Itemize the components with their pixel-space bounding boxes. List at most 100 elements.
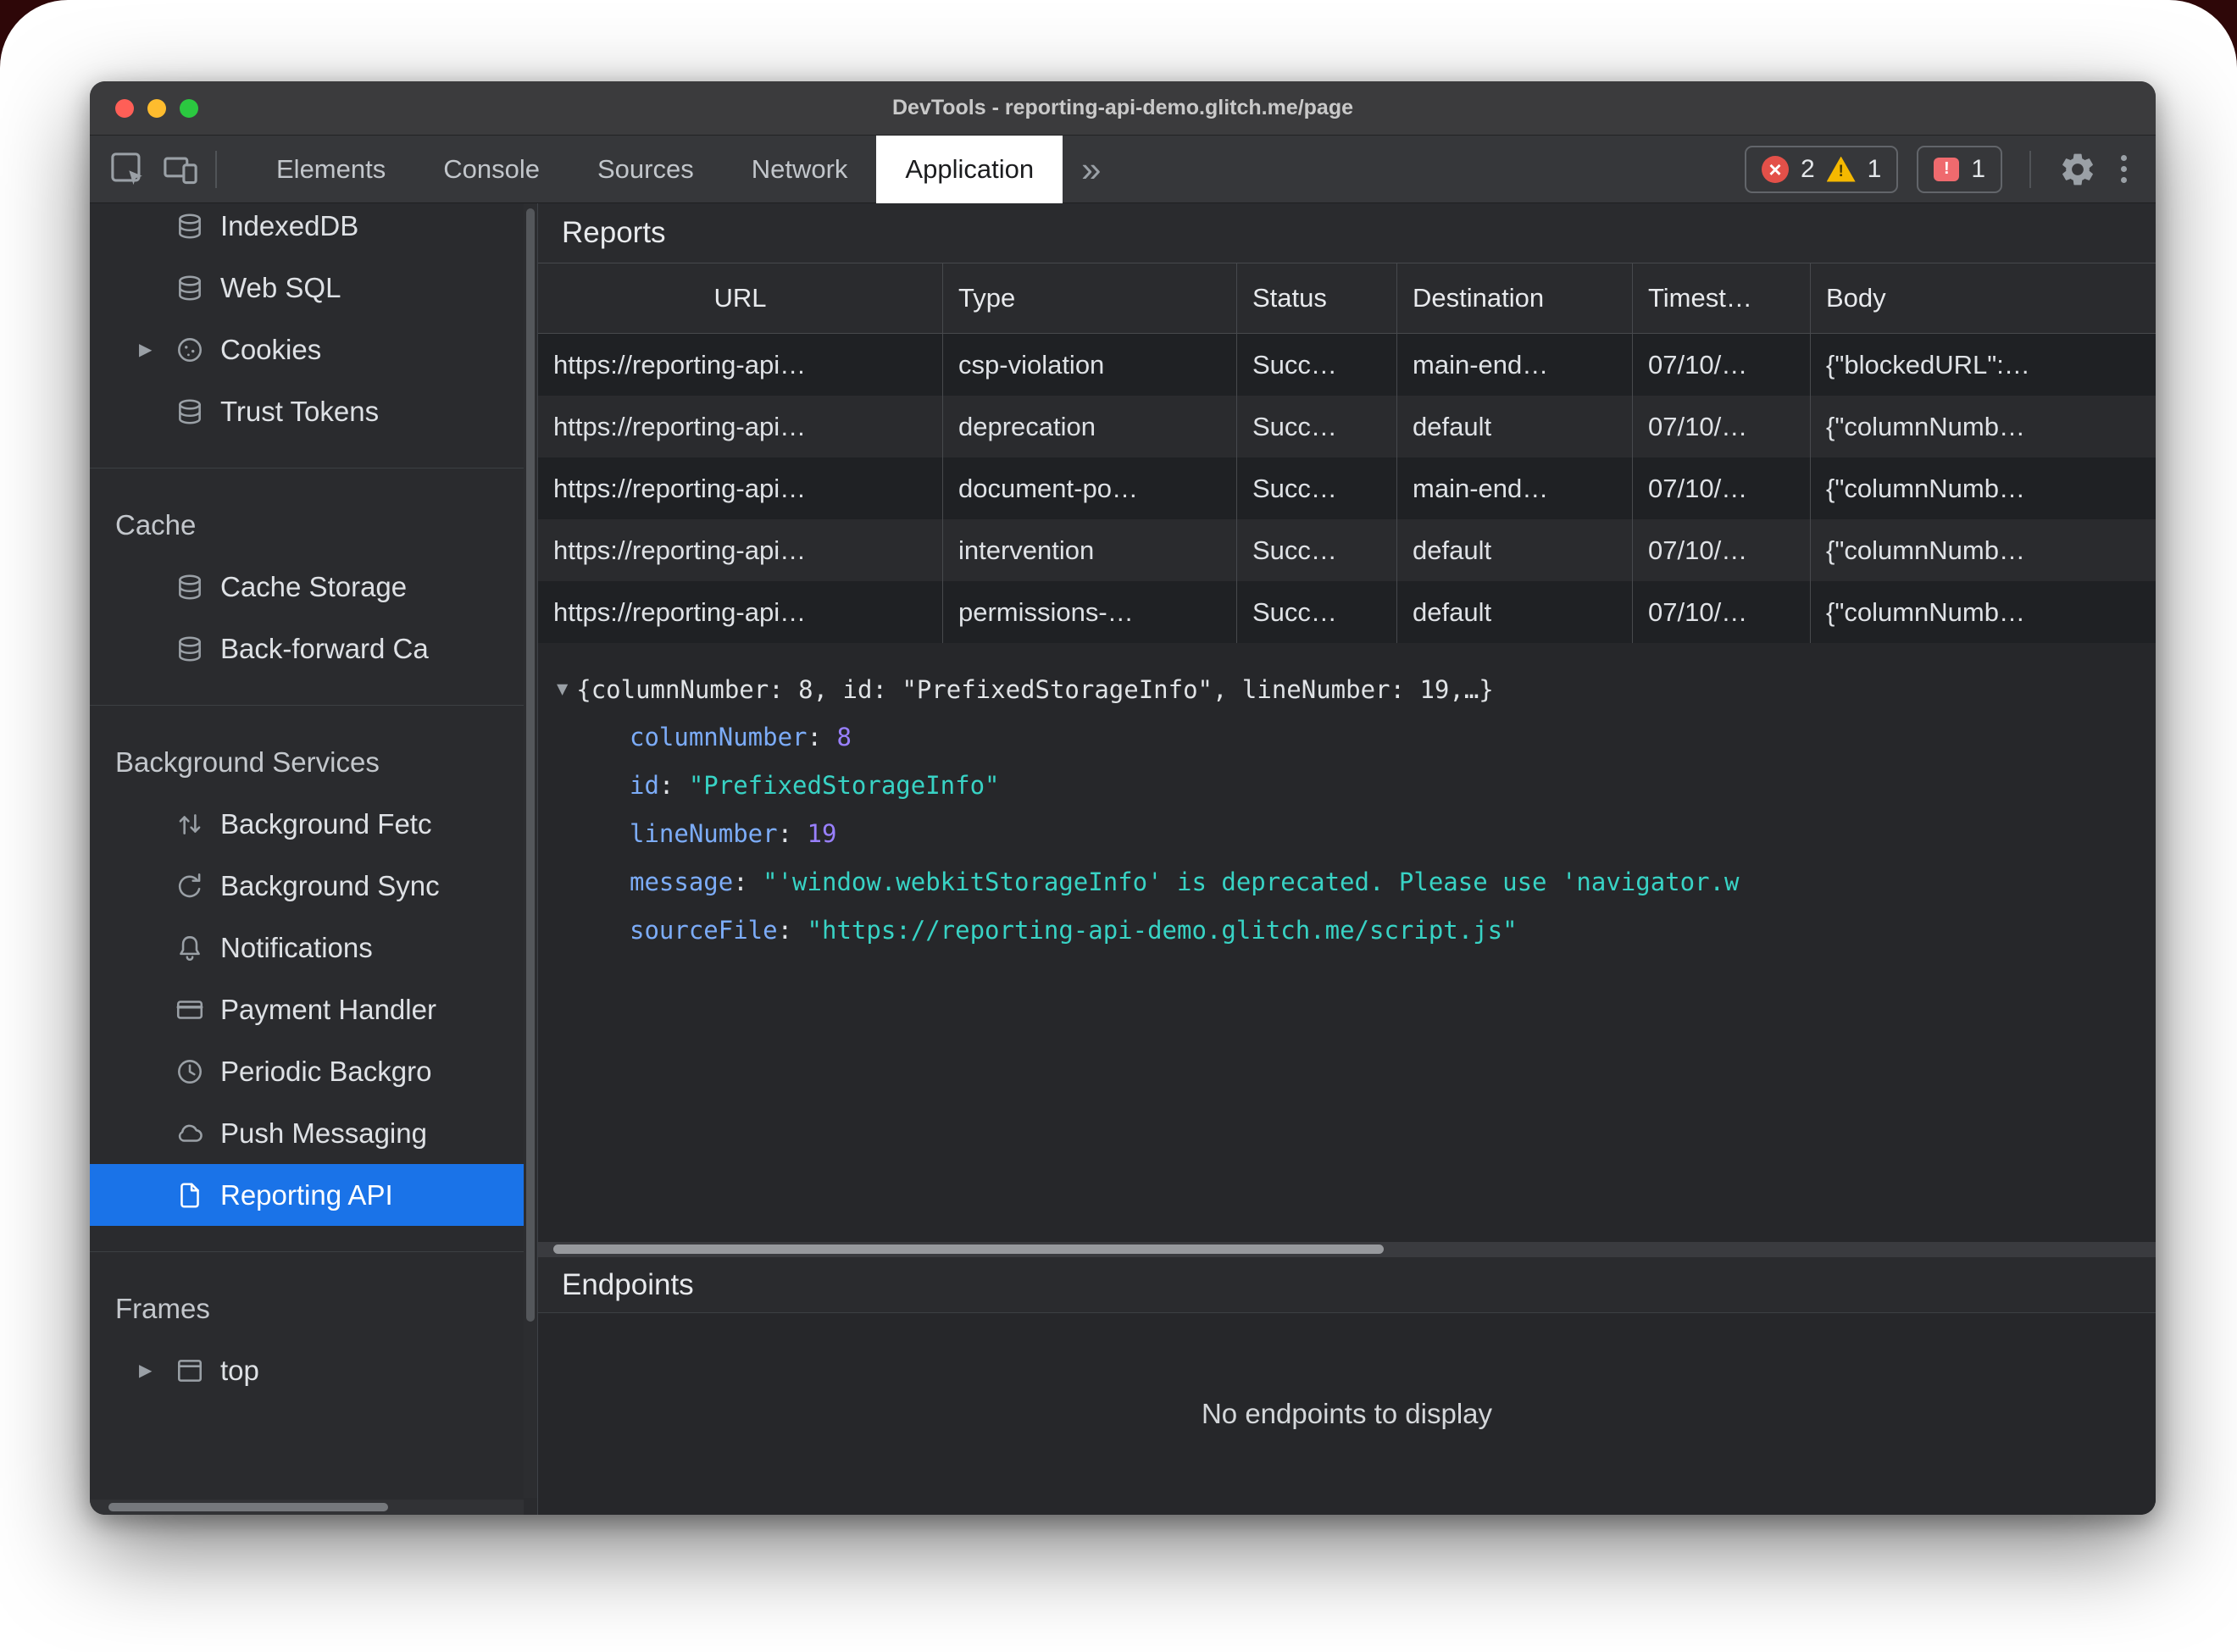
sidebar-item-indexeddb[interactable]: IndexedDB [90, 203, 537, 257]
warning-count: 1 [1867, 154, 1882, 183]
table-row[interactable]: https://reporting-api… deprecation Succ…… [538, 396, 2156, 457]
tab-console[interactable]: Console [414, 136, 569, 203]
error-count: 2 [1800, 154, 1815, 183]
page-background: DevTools - reporting-api-demo.glitch.me/… [0, 0, 2237, 1652]
scrollbar-thumb[interactable] [553, 1245, 1384, 1254]
collapse-triangle-icon[interactable] [557, 679, 568, 700]
sidebar-item-payment-handler[interactable]: Payment Handler [90, 978, 537, 1040]
sidebar-vertical-scrollbar[interactable] [524, 203, 537, 1498]
database-icon [179, 398, 201, 424]
issues-count: 1 [1971, 154, 1985, 183]
application-sidebar: IndexedDB Web SQL Cookies Trust Tokens [90, 203, 537, 1515]
cookie-icon [178, 337, 202, 362]
section-divider [90, 1251, 537, 1252]
database-icon [179, 213, 201, 239]
close-window-button[interactable] [115, 99, 134, 118]
reports-table-rows: https://reporting-api… csp-violation Suc… [538, 334, 2156, 643]
more-options-button[interactable] [2116, 155, 2132, 183]
devtools-window: DevTools - reporting-api-demo.glitch.me/… [90, 81, 2156, 1515]
column-header-timestamp[interactable]: Timest… [1633, 263, 1811, 333]
column-header-type[interactable]: Type [943, 263, 1237, 333]
sidebar-horizontal-scrollbar[interactable] [90, 1500, 524, 1515]
database-icon [179, 574, 201, 600]
reporting-api-panel: Reports URL Type Status Destination Time… [537, 203, 2156, 1515]
window-title: DevTools - reporting-api-demo.glitch.me/… [891, 96, 1354, 119]
sidebar-item-background-fetch[interactable]: Background Fetc [90, 793, 537, 855]
window-titlebar: DevTools - reporting-api-demo.glitch.me/… [90, 81, 2156, 136]
report-body-preview: {columnNumber: 8, id: "PrefixedStorageIn… [538, 643, 2156, 1242]
devtools-toolbar: Elements Console Sources Network Applica… [90, 135, 2156, 203]
object-summary-row[interactable]: {columnNumber: 8, id: "PrefixedStorageIn… [557, 665, 2156, 713]
sidebar-item-back-forward-cache[interactable]: Back-forward Ca [90, 618, 537, 679]
error-icon [1761, 155, 1789, 183]
inspect-cursor-icon [111, 152, 142, 185]
sidebar-item-background-sync[interactable]: Background Sync [90, 855, 537, 917]
settings-button[interactable] [2058, 136, 2097, 203]
issues-badge[interactable]: 1 [1917, 145, 2002, 193]
toolbar-divider [2029, 150, 2031, 188]
file-icon [180, 1182, 199, 1208]
table-row[interactable]: https://reporting-api… csp-violation Suc… [538, 334, 2156, 396]
issues-icon [1934, 157, 1960, 181]
toggle-device-toolbar-button[interactable] [154, 136, 207, 203]
table-row[interactable]: https://reporting-api… document-po… Succ… [538, 457, 2156, 519]
scrollbar-thumb[interactable] [526, 208, 535, 1322]
sidebar-item-top-frame[interactable]: top [90, 1339, 537, 1401]
tab-sources[interactable]: Sources [569, 136, 723, 203]
sidebar-item-notifications[interactable]: Notifications [90, 917, 537, 978]
expand-arrow-icon[interactable] [139, 339, 175, 360]
column-header-destination[interactable]: Destination [1397, 263, 1633, 333]
object-summary: {columnNumber: 8, id: "PrefixedStorageIn… [576, 674, 1494, 704]
toolbar-divider [215, 150, 217, 188]
sidebar-item-cookies[interactable]: Cookies [90, 319, 537, 380]
column-header-body[interactable]: Body [1811, 263, 2156, 333]
tab-elements[interactable]: Elements [247, 136, 414, 203]
property-row: lineNumber19 [557, 810, 2156, 858]
device-toolbar-icon [164, 157, 197, 184]
sidebar-item-periodic-background-sync[interactable]: Periodic Backgro [90, 1040, 537, 1102]
traffic-lights [115, 81, 198, 136]
column-header-status[interactable]: Status [1237, 263, 1397, 333]
section-header-frames: Frames [115, 1292, 210, 1324]
database-icon [179, 635, 201, 662]
column-header-url[interactable]: URL [538, 263, 943, 333]
property-row: message"'window.webkitStorageInfo' is de… [557, 858, 2156, 906]
more-tabs-chevron-icon[interactable] [1063, 149, 1119, 190]
database-icon [179, 274, 201, 301]
sidebar-item-web-sql[interactable]: Web SQL [90, 257, 537, 319]
panel-tabs: Elements Console Sources Network Applica… [247, 135, 1063, 203]
endpoints-empty-message: No endpoints to display [538, 1313, 2156, 1515]
card-icon [176, 1000, 203, 1019]
table-row[interactable]: https://reporting-api… intervention Succ… [538, 519, 2156, 581]
property-row: columnNumber8 [557, 713, 2156, 762]
maximize-window-button[interactable] [180, 99, 198, 118]
reports-table-header: URL Type Status Destination Timest… Body [538, 263, 2156, 334]
tab-application[interactable]: Application [876, 135, 1063, 203]
endpoints-section-title: Endpoints [538, 1257, 2156, 1313]
sidebar-tree: IndexedDB Web SQL Cookies Trust Tokens [90, 203, 537, 1401]
inspect-element-button[interactable] [102, 136, 154, 203]
sidebar-item-trust-tokens[interactable]: Trust Tokens [90, 380, 537, 442]
scrollbar-thumb[interactable] [108, 1503, 388, 1511]
property-row: id"PrefixedStorageInfo" [557, 762, 2156, 810]
sidebar-item-push-messaging[interactable]: Push Messaging [90, 1102, 537, 1164]
expand-arrow-icon[interactable] [139, 1360, 175, 1381]
console-status-badges[interactable]: 2 1 [1744, 145, 1899, 193]
devtools-content: IndexedDB Web SQL Cookies Trust Tokens [90, 203, 2156, 1515]
reports-horizontal-scrollbar[interactable] [538, 1242, 2156, 1257]
toolbar-right-controls: 2 1 1 [1744, 136, 2156, 203]
sidebar-item-cache-storage[interactable]: Cache Storage [90, 556, 537, 618]
tab-network[interactable]: Network [723, 136, 877, 203]
warning-icon [1826, 156, 1856, 182]
bell-icon [180, 935, 200, 961]
sidebar-item-reporting-api[interactable]: Reporting API [90, 1164, 537, 1226]
reports-section-title: Reports [562, 216, 666, 249]
clock-icon [178, 1059, 202, 1084]
minimize-window-button[interactable] [147, 99, 166, 118]
property-row: sourceFile"https://reporting-api-demo.gl… [557, 906, 2156, 955]
table-row[interactable]: https://reporting-api… permissions-… Suc… [538, 581, 2156, 643]
sync-icon [178, 873, 201, 897]
section-divider [90, 705, 537, 706]
section-header-cache: Cache [115, 508, 197, 541]
section-header-background-services: Background Services [115, 746, 380, 778]
